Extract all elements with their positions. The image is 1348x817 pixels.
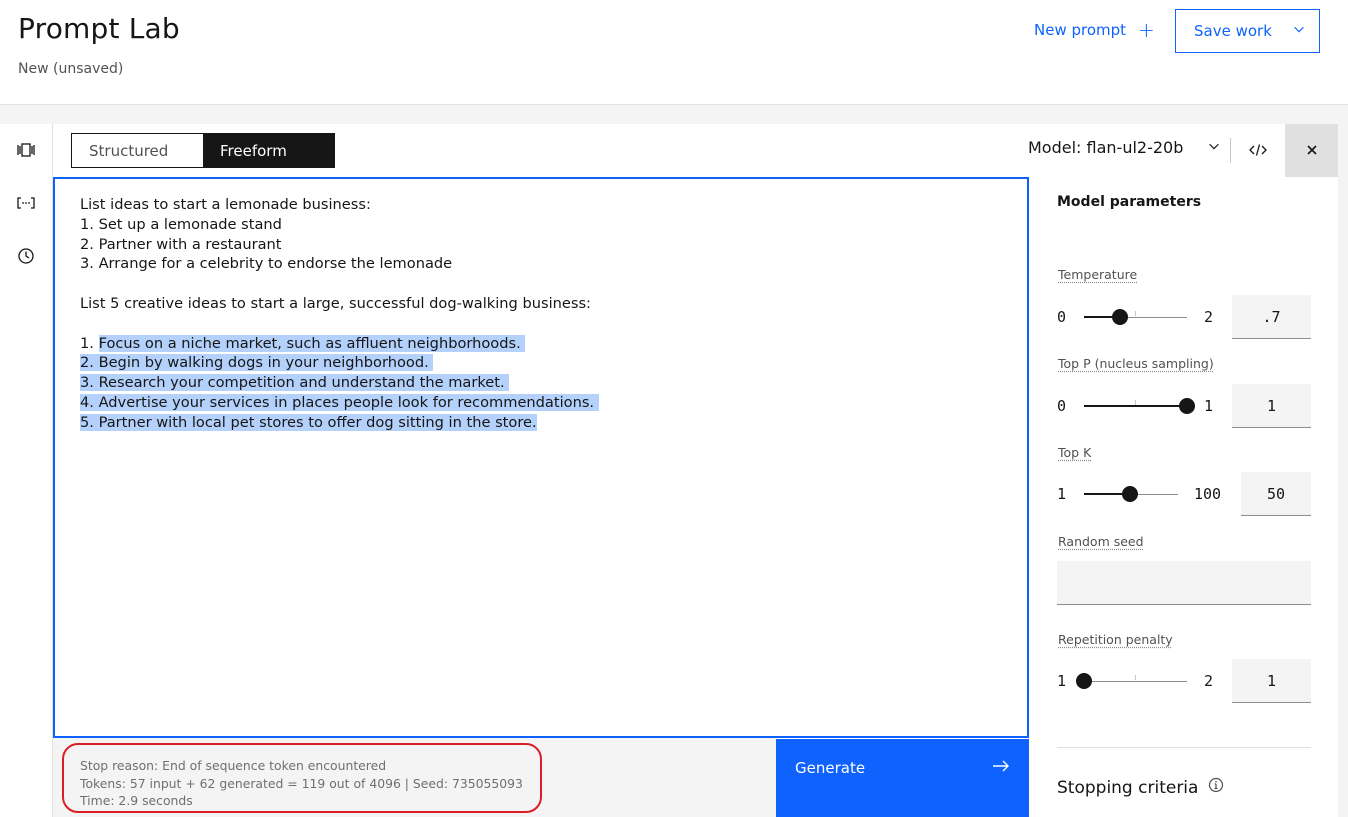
plus-icon: + bbox=[1138, 18, 1155, 42]
generated-line: 3. Research your competition and underst… bbox=[80, 373, 1002, 393]
new-prompt-label: New prompt bbox=[1034, 21, 1127, 39]
scrollbar-track[interactable] bbox=[1338, 124, 1348, 817]
random-seed-input[interactable] bbox=[1057, 561, 1311, 605]
chevron-down-icon bbox=[1207, 138, 1221, 157]
section-divider bbox=[1057, 747, 1311, 748]
temperature-tick bbox=[1135, 311, 1136, 316]
repetition-penalty-track bbox=[1084, 681, 1187, 682]
history-icon[interactable] bbox=[14, 244, 38, 268]
top-p-max: 1 bbox=[1204, 397, 1214, 415]
top-p-slider-thumb[interactable] bbox=[1179, 398, 1195, 414]
top-p-min: 0 bbox=[1057, 397, 1067, 415]
chevron-down-icon bbox=[1292, 22, 1306, 40]
generated-text: 5. Partner with local pet stores to offe… bbox=[80, 413, 537, 431]
generated-line: 2. Begin by walking dogs in your neighbo… bbox=[80, 353, 1002, 373]
generated-text: 4. Advertise your services in places peo… bbox=[80, 393, 599, 411]
toolbar-divider bbox=[1230, 138, 1231, 163]
generate-button[interactable]: Generate bbox=[776, 739, 1029, 817]
prompt-line: 2. Partner with a restaurant bbox=[80, 235, 282, 253]
generated-line-number: 1. bbox=[80, 334, 99, 352]
temperature-min: 0 bbox=[1057, 308, 1067, 326]
temperature-slider-thumb[interactable] bbox=[1112, 309, 1129, 325]
prompt-line bbox=[80, 314, 1002, 334]
token-count: Tokens: 57 input + 62 generated = 119 ou… bbox=[80, 775, 523, 791]
info-icon[interactable] bbox=[1208, 777, 1224, 798]
page-title: Prompt Lab bbox=[18, 12, 180, 45]
generate-label: Generate bbox=[795, 759, 866, 777]
save-work-button[interactable]: Save work bbox=[1175, 9, 1320, 53]
prompt-line bbox=[80, 274, 1002, 294]
generated-line: 4. Advertise your services in places peo… bbox=[80, 393, 1002, 413]
repetition-penalty-max: 2 bbox=[1204, 672, 1214, 690]
prompt-line: 3. Arrange for a celebrity to endorse th… bbox=[80, 255, 453, 273]
random-seed-label: Random seed bbox=[1058, 534, 1144, 549]
tab-freeform[interactable]: Freeform bbox=[203, 134, 334, 167]
stopping-criteria-section[interactable]: Stopping criteria bbox=[1057, 777, 1224, 798]
save-work-label: Save work bbox=[1194, 22, 1272, 40]
app-header: Prompt Lab New (unsaved) New prompt + Sa… bbox=[0, 0, 1348, 105]
top-k-input[interactable]: 50 bbox=[1241, 472, 1311, 516]
code-icon bbox=[1249, 142, 1267, 161]
prompt-line: List ideas to start a lemonade business: bbox=[80, 196, 371, 213]
left-rail bbox=[0, 124, 53, 817]
close-icon bbox=[1306, 141, 1318, 160]
repetition-penalty-tick bbox=[1135, 675, 1136, 680]
top-p-tick bbox=[1135, 400, 1136, 405]
generated-line: 1. Focus on a niche market, such as affl… bbox=[80, 334, 1002, 354]
prompt-line: List 5 creative ideas to start a large, … bbox=[80, 294, 591, 312]
repetition-penalty-min: 1 bbox=[1057, 672, 1067, 690]
prompt-line: 1. Set up a lemonade stand bbox=[80, 215, 282, 233]
mode-switcher: Structured Freeform bbox=[71, 133, 335, 168]
top-k-slider-thumb[interactable] bbox=[1122, 486, 1139, 502]
repetition-penalty-slider-thumb[interactable] bbox=[1076, 673, 1092, 689]
tab-structured[interactable]: Structured bbox=[72, 134, 203, 167]
generated-line: 5. Partner with local pet stores to offe… bbox=[80, 413, 1002, 433]
temperature-max: 2 bbox=[1204, 308, 1214, 326]
sample-prompts-icon[interactable] bbox=[14, 138, 38, 162]
top-k-max: 100 bbox=[1194, 485, 1222, 503]
model-selector[interactable]: Model: flan-ul2-20b bbox=[1028, 138, 1221, 157]
top-p-label: Top P (nucleus sampling) bbox=[1058, 356, 1214, 371]
generated-text: Focus on a niche market, such as affluen… bbox=[98, 334, 526, 352]
stop-reason: Stop reason: End of sequence token encou… bbox=[80, 758, 387, 773]
panel-title: Model parameters bbox=[1057, 194, 1202, 210]
view-code-button[interactable] bbox=[1241, 138, 1275, 164]
temperature-input[interactable]: .7 bbox=[1232, 295, 1311, 339]
repetition-penalty-label: Repetition penalty bbox=[1058, 632, 1173, 647]
generation-time: Time: 2.9 seconds bbox=[80, 793, 193, 808]
generated-text: 2. Begin by walking dogs in your neighbo… bbox=[80, 354, 434, 372]
prompt-status: New (unsaved) bbox=[18, 61, 124, 77]
new-prompt-button[interactable]: New prompt + bbox=[1034, 18, 1155, 42]
arrow-right-icon bbox=[992, 759, 1010, 777]
token-variables-icon[interactable] bbox=[14, 191, 38, 215]
top-k-label: Top K bbox=[1058, 445, 1092, 460]
header-separator bbox=[0, 105, 1348, 124]
top-p-input[interactable]: 1 bbox=[1232, 384, 1311, 428]
model-parameters-panel: Model parameters Temperature 0 2 .7 Top … bbox=[1029, 177, 1338, 817]
temperature-label: Temperature bbox=[1058, 267, 1138, 282]
generation-stats: Stop reason: End of sequence token encou… bbox=[80, 757, 523, 810]
top-k-min: 1 bbox=[1057, 485, 1067, 503]
model-label: Model: flan-ul2-20b bbox=[1028, 138, 1184, 157]
close-panel-button[interactable] bbox=[1285, 124, 1338, 177]
repetition-penalty-input[interactable]: 1 bbox=[1232, 659, 1311, 703]
top-p-track-fill bbox=[1084, 405, 1187, 407]
stopping-criteria-label: Stopping criteria bbox=[1057, 777, 1199, 798]
editor-toolbar: Structured Freeform Model: flan-ul2-20b bbox=[53, 124, 1338, 177]
generated-text: 3. Research your competition and underst… bbox=[80, 374, 510, 392]
prompt-editor[interactable]: List ideas to start a lemonade business:… bbox=[53, 177, 1029, 738]
